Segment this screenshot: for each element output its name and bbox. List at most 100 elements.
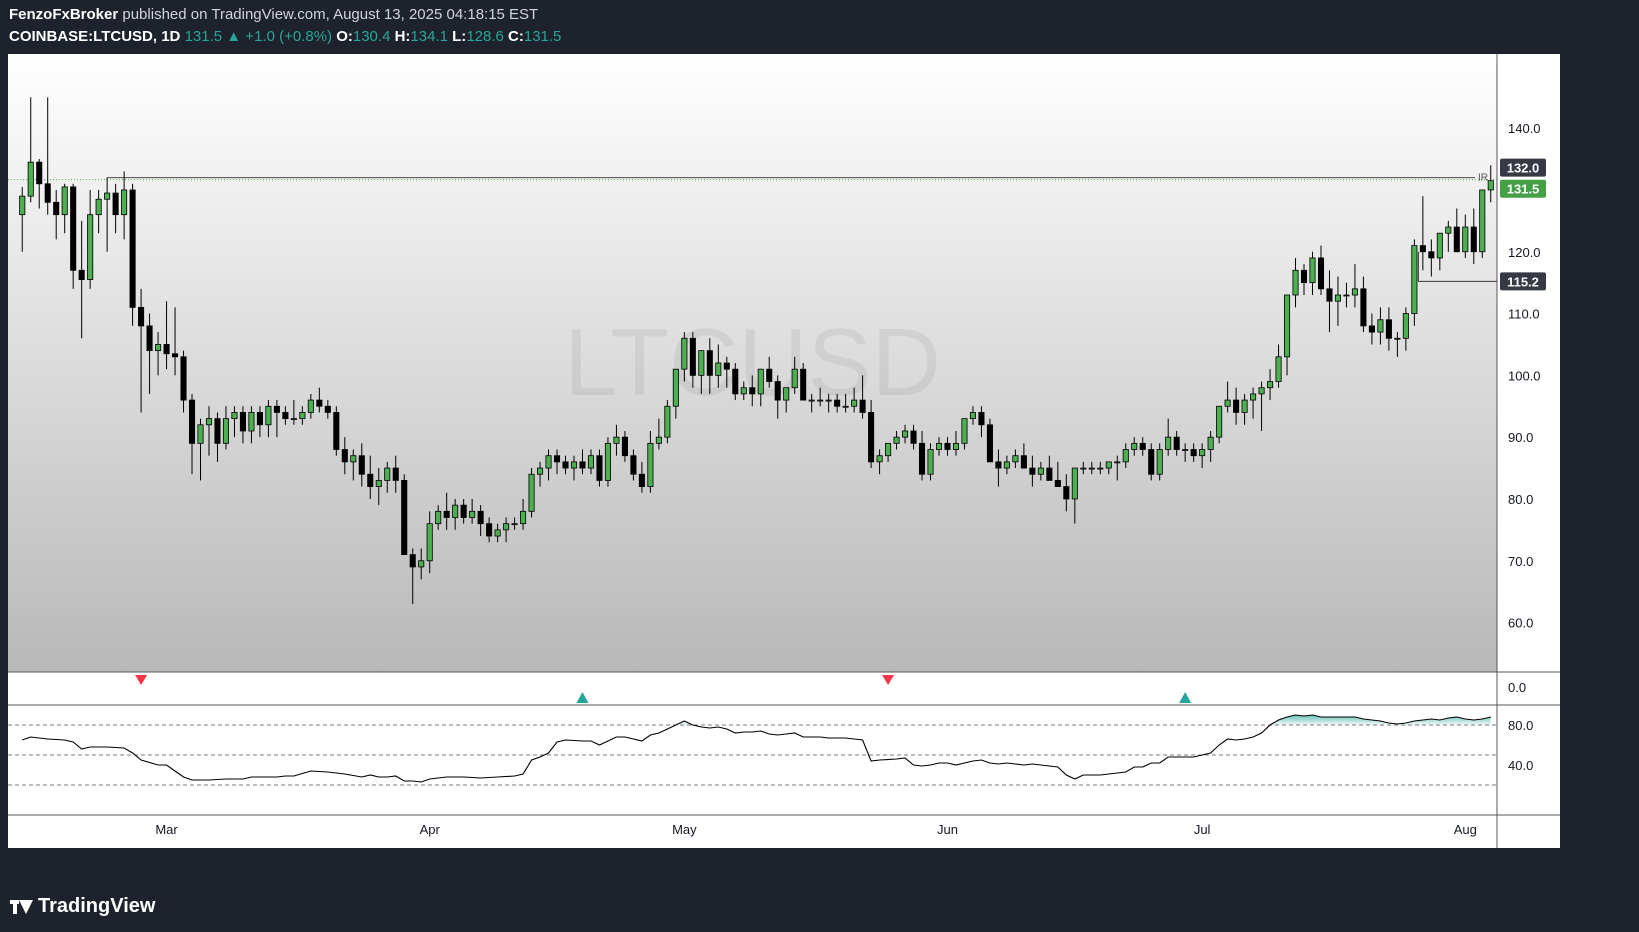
signal-zero-label: 0.0 — [1508, 680, 1526, 695]
candle-body — [740, 387, 747, 395]
candle-body — [138, 306, 145, 327]
candle-body — [1182, 449, 1189, 451]
candle-body — [197, 424, 204, 444]
candle-body — [307, 399, 314, 413]
candle-body — [1105, 461, 1112, 469]
candle-body — [520, 510, 527, 525]
candle-body — [477, 510, 484, 525]
candle-body — [978, 412, 985, 426]
candle-body — [732, 368, 739, 395]
resistance-label: IR — [1478, 173, 1488, 184]
candle-body — [375, 480, 382, 488]
candle-body — [350, 455, 357, 463]
y-axis-tick-label: 100.0 — [1508, 368, 1541, 383]
candle-body — [1377, 319, 1384, 333]
candle-body — [613, 436, 620, 444]
candle-body — [885, 442, 892, 457]
candle-body — [265, 405, 272, 426]
candle-body — [1046, 467, 1053, 481]
candle-body — [1250, 393, 1257, 401]
brand-name: TradingView — [38, 895, 156, 917]
footer-brand[interactable]: TradingView — [10, 895, 155, 918]
candle-body — [1436, 232, 1443, 259]
candle-body — [817, 399, 824, 402]
candle-body — [1479, 189, 1486, 253]
candle-body — [1122, 449, 1129, 463]
candle-body — [995, 461, 1002, 469]
candle-body — [570, 461, 578, 469]
candle-body — [1470, 226, 1477, 253]
candle-body — [104, 192, 111, 200]
candle-body — [1165, 436, 1172, 450]
candle-body — [757, 368, 764, 395]
candle-body — [205, 418, 213, 426]
candle-body — [1207, 436, 1214, 450]
candle-body — [1411, 245, 1418, 314]
candle-body — [638, 473, 645, 487]
candle-body — [647, 442, 654, 487]
candle — [129, 183, 136, 326]
candle — [1411, 239, 1418, 326]
candle-body — [256, 412, 263, 426]
candle-body — [36, 161, 43, 185]
candle-body — [367, 473, 374, 487]
candle-body — [1445, 226, 1452, 234]
x-axis-tick-label: Jun — [937, 822, 958, 837]
candle-body — [927, 449, 934, 475]
candle-body — [604, 442, 611, 481]
candle-body — [384, 467, 391, 481]
candle-body — [1037, 467, 1044, 475]
candle-body — [986, 424, 993, 463]
candle-body — [749, 387, 756, 395]
tradingview-logo-icon — [10, 899, 33, 914]
candle-body — [44, 183, 51, 203]
candle-body — [469, 510, 476, 518]
candle-body — [1029, 467, 1036, 475]
candle-body — [969, 412, 976, 420]
price-chart[interactable]: LTCUSD140.0130.0120.0110.0100.090.080.07… — [0, 0, 1639, 890]
candle-body — [1012, 455, 1019, 463]
candle — [1479, 189, 1486, 258]
candle-body — [851, 399, 858, 407]
candle-body — [868, 412, 875, 463]
candle-body — [112, 192, 119, 216]
y-axis-tick-label: 140.0 — [1508, 121, 1541, 136]
candle-body — [1063, 486, 1070, 500]
candle-body — [893, 436, 900, 444]
candle-body — [494, 529, 501, 537]
candle-body — [944, 442, 951, 450]
signal-pane-background — [8, 672, 1497, 705]
candle-body — [392, 467, 399, 481]
candle-body — [630, 455, 637, 475]
candle-body — [774, 381, 781, 401]
candle-body — [231, 412, 238, 420]
candle-body — [1317, 257, 1325, 290]
candle-body — [1071, 467, 1078, 500]
candle-body — [723, 362, 730, 370]
candle-body — [155, 344, 162, 352]
candle-body — [1241, 399, 1248, 413]
candle-body — [587, 455, 595, 469]
candle-body — [239, 412, 246, 432]
candle-body — [401, 480, 408, 555]
candle — [664, 400, 671, 444]
candle-body — [121, 189, 128, 216]
x-axis-tick-label: Aug — [1454, 822, 1477, 837]
candle-body — [706, 350, 713, 376]
candle-body — [172, 353, 179, 358]
candle-body — [664, 405, 671, 438]
candle-body — [672, 368, 679, 407]
rsi-tick-label: 40.0 — [1508, 758, 1533, 773]
candle-body — [689, 337, 696, 376]
candle-body — [27, 161, 34, 197]
candle-body — [1300, 269, 1308, 284]
candle-body — [486, 523, 493, 537]
candle-body — [426, 523, 433, 562]
candle-body — [1267, 381, 1274, 389]
candle-body — [1156, 449, 1163, 475]
candle-body — [78, 269, 85, 280]
candle-body — [918, 442, 926, 475]
candle-body — [961, 418, 968, 444]
candle-body — [214, 418, 221, 444]
candle — [604, 437, 611, 487]
